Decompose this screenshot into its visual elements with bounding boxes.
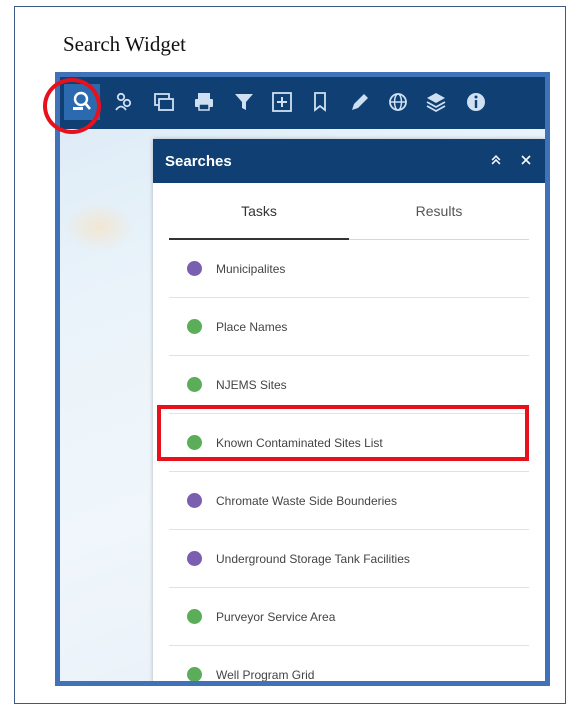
search-tool-highlight-circle bbox=[43, 78, 101, 134]
task-type-green-icon bbox=[187, 319, 202, 334]
draw-icon[interactable] bbox=[342, 84, 378, 120]
tab-results[interactable]: Results bbox=[349, 203, 529, 219]
task-label: Place Names bbox=[216, 319, 288, 334]
task-item-chromate-waste[interactable]: Chromate Waste Side Bounderies bbox=[169, 472, 529, 530]
collapse-chevron-icon[interactable] bbox=[487, 151, 505, 169]
map-gallery-icon[interactable] bbox=[146, 84, 182, 120]
app-screenshot: Searches Tasks Results Municipalites Pla… bbox=[55, 72, 550, 686]
task-type-green-icon bbox=[187, 377, 202, 392]
task-label: Underground Storage Tank Facilities bbox=[216, 551, 410, 566]
globe-icon[interactable] bbox=[380, 84, 416, 120]
panel-tabs: Tasks Results bbox=[169, 183, 529, 240]
print-icon[interactable] bbox=[186, 84, 222, 120]
task-item-municipalites[interactable]: Municipalites bbox=[169, 240, 529, 298]
task-list: Municipalites Place Names NJEMS Sites Kn… bbox=[169, 240, 529, 682]
info-icon[interactable] bbox=[458, 84, 494, 120]
task-type-green-icon bbox=[187, 667, 202, 681]
task-type-green-icon bbox=[187, 609, 202, 624]
task-label: Well Program Grid bbox=[216, 667, 315, 682]
figure-caption: Search Widget bbox=[63, 32, 186, 56]
task-item-place-names[interactable]: Place Names bbox=[169, 298, 529, 356]
task-item-underground-storage[interactable]: Underground Storage Tank Facilities bbox=[169, 530, 529, 588]
widget-toolbar bbox=[60, 77, 545, 129]
panel-header: Searches bbox=[153, 139, 545, 183]
bookmark-icon[interactable] bbox=[302, 84, 338, 120]
filter-icon[interactable] bbox=[226, 84, 262, 120]
task-label: NJEMS Sites bbox=[216, 377, 287, 392]
task-type-purple-icon bbox=[187, 261, 202, 276]
add-data-icon[interactable] bbox=[264, 84, 300, 120]
layers-icon[interactable] bbox=[418, 84, 454, 120]
close-icon[interactable] bbox=[517, 151, 535, 169]
task-item-purveyor-service-area[interactable]: Purveyor Service Area bbox=[169, 588, 529, 646]
panel-title: Searches bbox=[165, 152, 232, 170]
task-label: Chromate Waste Side Bounderies bbox=[216, 493, 397, 508]
map-feature bbox=[64, 202, 134, 252]
task-type-purple-icon bbox=[187, 493, 202, 508]
task-item-well-program-grid[interactable]: Well Program Grid bbox=[169, 646, 529, 682]
task-type-purple-icon bbox=[187, 551, 202, 566]
tab-tasks[interactable]: Tasks bbox=[169, 203, 349, 219]
task-label: Municipalites bbox=[216, 261, 286, 276]
task-label: Purveyor Service Area bbox=[216, 609, 336, 624]
people-icon[interactable] bbox=[106, 84, 142, 120]
known-contaminated-highlight-box bbox=[157, 405, 529, 461]
